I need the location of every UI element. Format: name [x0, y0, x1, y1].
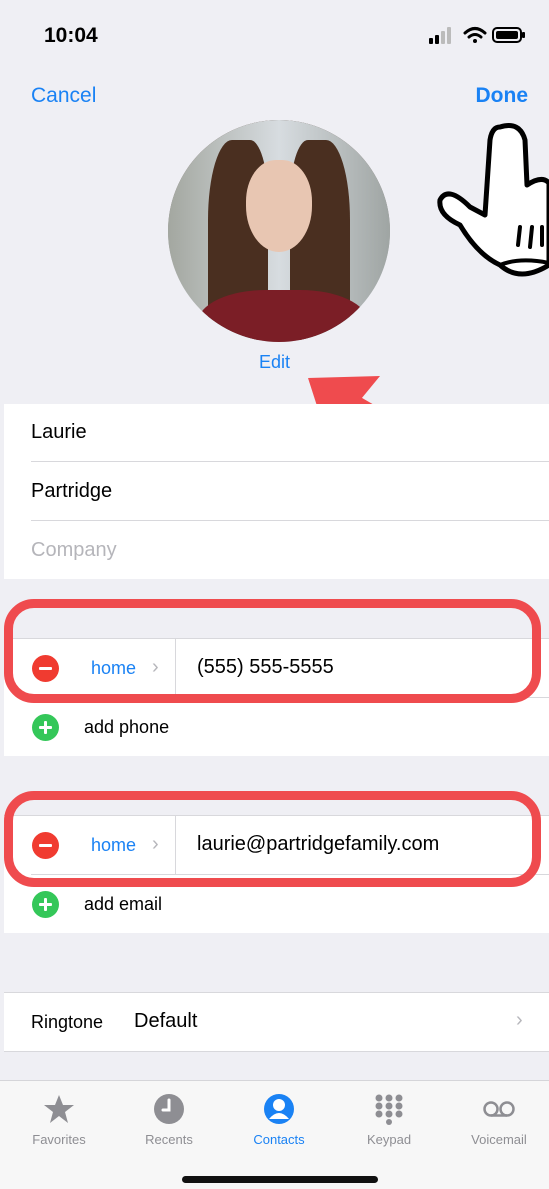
first-name-field[interactable]: Laurie — [31, 421, 87, 444]
chevron-right-icon: › — [516, 1009, 523, 1031]
cancel-button[interactable]: Cancel — [31, 84, 96, 108]
status-time: 10:04 — [44, 24, 98, 47]
status-bar: 10:04 — [0, 0, 549, 70]
status-icons — [429, 27, 525, 44]
ringtone-value: Default — [134, 1010, 198, 1032]
tab-recents[interactable]: Recents — [114, 1081, 224, 1161]
tab-contacts[interactable]: Contacts — [224, 1081, 334, 1161]
add-email-button[interactable] — [32, 891, 59, 918]
tab-voicemail[interactable]: Voicemail — [444, 1081, 549, 1161]
tab-favorites[interactable]: Favorites — [4, 1081, 114, 1161]
add-phone-button[interactable] — [32, 714, 59, 741]
cellular-signal-icon — [429, 27, 451, 44]
ringtone-row[interactable]: Ringtone Default › — [4, 992, 549, 1052]
keypad-icon — [375, 1094, 403, 1125]
pointing-hand-icon — [437, 123, 549, 277]
add-phone-label[interactable]: add phone — [84, 717, 169, 738]
star-icon — [44, 1095, 74, 1123]
name-section: Laurie Partridge Company — [4, 404, 549, 579]
done-button[interactable]: Done — [476, 84, 529, 108]
voicemail-icon — [483, 1101, 515, 1117]
person-circle-icon — [264, 1094, 294, 1124]
contact-photo[interactable] — [168, 120, 390, 342]
wifi-icon — [463, 27, 487, 43]
add-email-label[interactable]: add email — [84, 894, 162, 915]
tab-bar: Favorites Recents Contacts Keypad Voicem… — [0, 1080, 549, 1189]
company-field[interactable]: Company — [31, 539, 117, 562]
home-indicator[interactable] — [182, 1176, 378, 1183]
last-name-field[interactable]: Partridge — [31, 480, 112, 503]
ringtone-label: Ringtone — [31, 1012, 104, 1032]
phone-highlight-box — [4, 599, 541, 703]
clock-icon — [154, 1094, 184, 1124]
battery-icon — [492, 27, 525, 43]
tab-keypad[interactable]: Keypad — [334, 1081, 444, 1161]
email-highlight-box — [4, 791, 541, 887]
